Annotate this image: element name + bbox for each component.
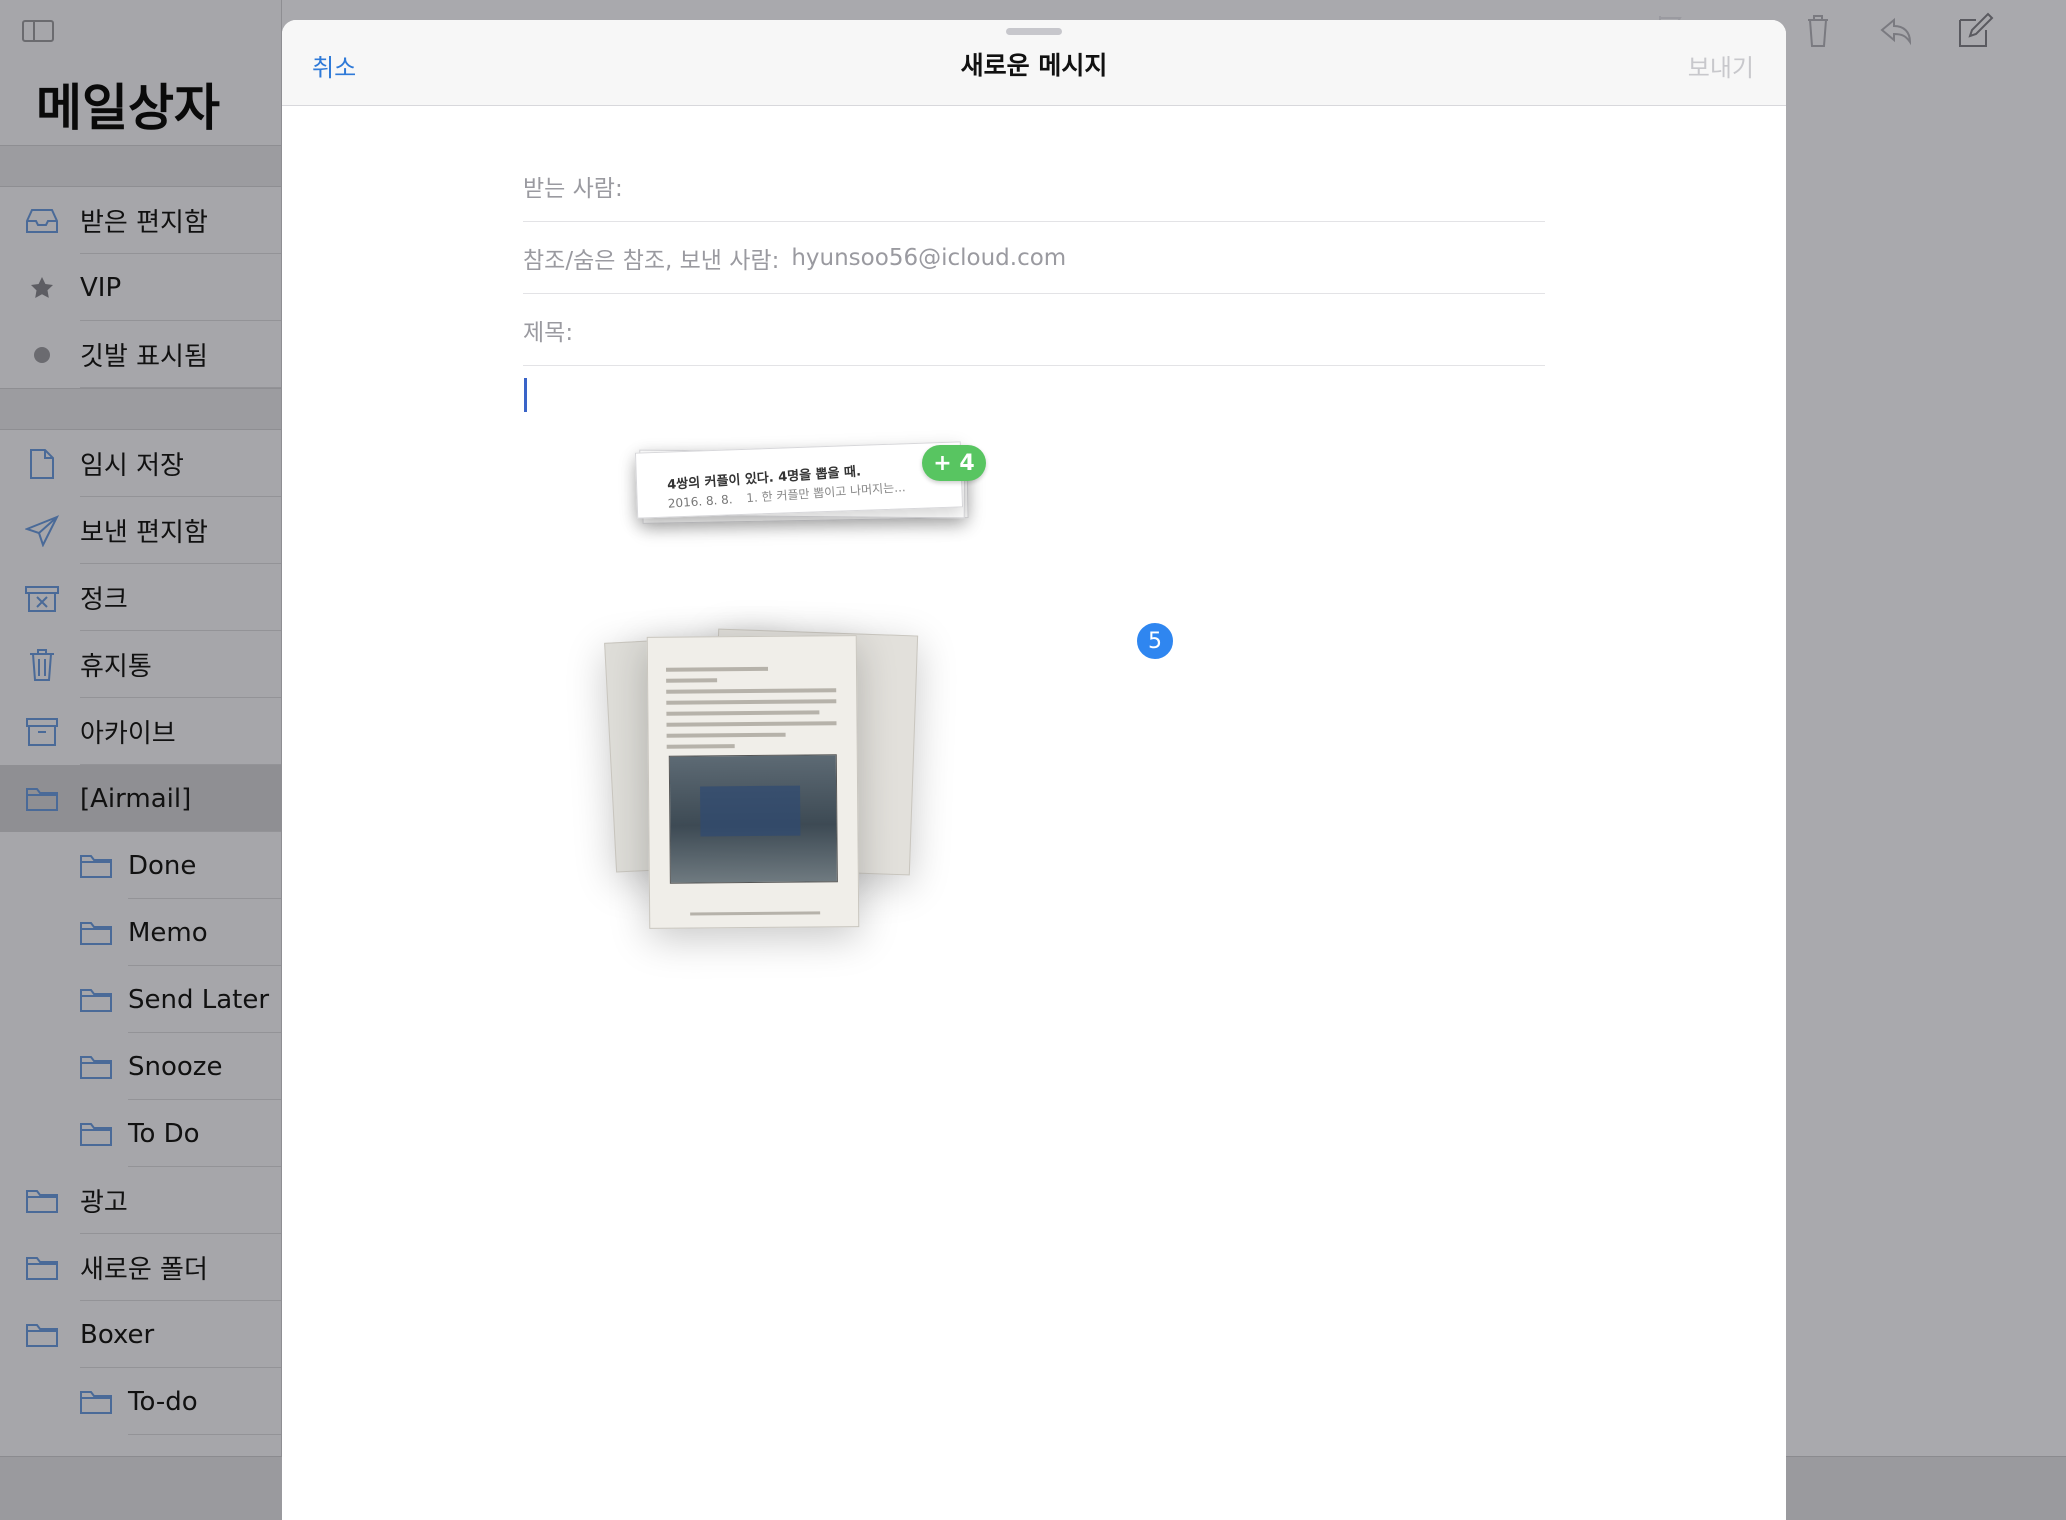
folder-icon — [24, 1252, 60, 1284]
document-text-lines — [665, 666, 837, 755]
sidebar-item-label: 보낸 편지함 — [80, 518, 208, 548]
folder-icon — [78, 1386, 114, 1418]
sidebar-item-label: 휴지통 — [80, 652, 152, 682]
drag-add-count-badge: + 4 — [922, 445, 986, 481]
email-card: 4쌍의 커플이 있다. 4명을 뽑을 때. 2016. 8. 8. 1. 한 커… — [634, 441, 964, 519]
sidebar-item-label: [Airmail] — [80, 783, 192, 814]
to-label: 받는 사람: — [523, 175, 623, 202]
sidebar-item-label: 새로운 폴더 — [80, 1255, 208, 1285]
trash-icon — [24, 648, 60, 681]
cc-label: 참조/숨은 참조, 보낸 사람: — [523, 247, 780, 274]
sidebar-item-광고[interactable]: 광고 — [0, 1167, 281, 1234]
sidebar-title: 메일상자 — [36, 79, 220, 137]
folder-icon — [78, 917, 114, 949]
document-footer — [690, 911, 821, 916]
sidebar-item-to-do[interactable]: To-do — [0, 1368, 281, 1435]
sidebar-item-보낸-편지함[interactable]: 보낸 편지함 — [0, 497, 281, 564]
compose-fields: 받는 사람: 참조/숨은 참조, 보낸 사람: hyunsoo56@icloud… — [523, 150, 1545, 366]
sidebar-item-아카이브[interactable]: 아카이브 — [0, 698, 281, 765]
sidebar-item-label: 정크 — [80, 585, 128, 615]
compose-sheet: 취소 새로운 메시지 보내기 받는 사람: 참조/숨은 참조, 보낸 사람: h… — [282, 20, 1786, 1520]
document-page-front — [646, 635, 860, 929]
sidebar-item-send-later[interactable]: Send Later — [0, 966, 281, 1033]
drag-item-count-badge: 5 — [1135, 621, 1175, 661]
email-card-date: 2016. 8. 8. — [667, 492, 734, 511]
folder-icon — [78, 850, 114, 882]
sidebar-item-label: 임시 저장 — [80, 451, 184, 481]
sidebar-item-vip[interactable]: VIP — [0, 254, 281, 321]
sidebar-item-label: Send Later — [128, 984, 270, 1015]
sheet-grabber[interactable] — [1006, 28, 1062, 35]
inbox-icon — [24, 205, 60, 237]
send-button[interactable]: 보내기 — [1688, 48, 1754, 83]
sidebar-toggle-icon[interactable] — [22, 20, 54, 42]
sidebar-item-snooze[interactable]: Snooze — [0, 1033, 281, 1100]
sidebar-list-folders: 임시 저장보낸 편지함정크휴지통아카이브 [Airmail] Done Memo Sen… — [0, 430, 281, 1435]
flag-dot-icon — [24, 339, 60, 371]
star-icon — [24, 272, 60, 304]
cc-from-field[interactable]: 참조/숨은 참조, 보낸 사람: hyunsoo56@icloud.com — [523, 222, 1545, 294]
junk-bin-icon — [24, 582, 60, 614]
sidebar-header: 메일상자 — [0, 0, 281, 145]
folder-icon — [78, 1051, 114, 1083]
sidebar-item-정크[interactable]: 정크 — [0, 564, 281, 631]
sidebar-section-gap — [0, 388, 281, 430]
sidebar-item-label: To Do — [128, 1118, 200, 1149]
mailbox-sidebar: 메일상자 받은 편지함 VIP 깃발 표시됨 임시 저장보낸 편지함정크휴지통아카이… — [0, 0, 282, 1456]
sidebar-item-휴지통[interactable]: 휴지통 — [0, 631, 281, 698]
text-cursor — [524, 378, 527, 412]
sidebar-item-label: Boxer — [80, 1319, 155, 1350]
sidebar-item-boxer[interactable]: Boxer — [0, 1301, 281, 1368]
subject-field[interactable]: 제목: — [523, 294, 1545, 366]
sidebar-item-임시-저장[interactable]: 임시 저장 — [0, 430, 281, 497]
compose-title: 새로운 메시지 — [960, 51, 1108, 80]
sidebar-item-label: 깃발 표시됨 — [80, 342, 208, 372]
sidebar-item-label: To-do — [128, 1386, 198, 1417]
draft-document-icon — [24, 448, 60, 480]
document-photo — [668, 754, 838, 884]
sidebar-item-done[interactable]: Done — [0, 832, 281, 899]
sidebar-item-label: VIP — [80, 272, 122, 303]
sidebar-item-to-do[interactable]: To Do — [0, 1100, 281, 1167]
compose-header: 취소 새로운 메시지 보내기 — [282, 20, 1786, 106]
folder-icon — [24, 1185, 60, 1217]
compose-icon[interactable] — [1954, 10, 1994, 50]
sidebar-item-label: Snooze — [128, 1051, 223, 1082]
trash-icon[interactable] — [1798, 10, 1838, 50]
sidebar-item-airmail[interactable]: [Airmail] — [0, 765, 281, 832]
sidebar-item-label: Done — [128, 850, 197, 881]
sidebar-list-primary: 받은 편지함 VIP 깃발 표시됨 — [0, 187, 281, 388]
dragged-document-stack[interactable] — [604, 618, 924, 938]
reply-icon[interactable] — [1876, 10, 1916, 50]
sidebar-section-gap — [0, 145, 281, 187]
folder-icon — [24, 783, 60, 815]
archive-box-icon — [24, 716, 60, 748]
to-field[interactable]: 받는 사람: — [523, 150, 1545, 222]
sidebar-item-깃발-표시됨[interactable]: 깃발 표시됨 — [0, 321, 281, 388]
folder-icon — [78, 984, 114, 1016]
sidebar-item-label: 아카이브 — [80, 719, 176, 749]
sidebar-item-받은-편지함[interactable]: 받은 편지함 — [0, 187, 281, 254]
from-address: hyunsoo56@icloud.com — [791, 244, 1067, 271]
subject-label: 제목: — [523, 319, 574, 346]
folder-icon — [24, 1319, 60, 1351]
sidebar-item-memo[interactable]: Memo — [0, 899, 281, 966]
sidebar-item-label: Memo — [128, 917, 208, 948]
sidebar-item-label: 광고 — [80, 1188, 128, 1218]
sidebar-item-label: 받은 편지함 — [80, 208, 208, 238]
dragged-email-stack[interactable]: 4쌍의 커플이 있다. 4명을 뽑을 때. 2016. 8. 8. 1. 한 커… — [634, 441, 969, 524]
folder-icon — [78, 1118, 114, 1150]
sidebar-item-새로운-폴더[interactable]: 새로운 폴더 — [0, 1234, 281, 1301]
paper-plane-icon — [24, 514, 60, 547]
